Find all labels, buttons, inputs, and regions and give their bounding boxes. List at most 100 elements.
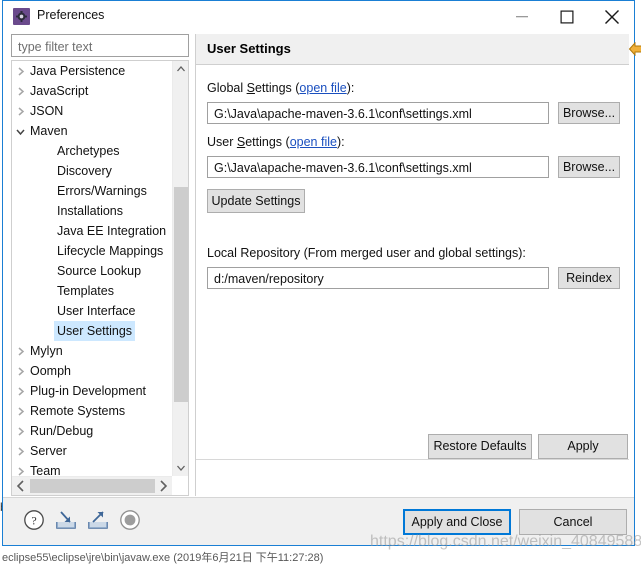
reindex-button[interactable]: Reindex bbox=[558, 267, 620, 289]
chevron-right-icon[interactable] bbox=[12, 61, 28, 81]
search-input[interactable] bbox=[16, 37, 188, 56]
sidebar-item-label: Templates bbox=[57, 284, 114, 298]
dialog-window: Preferences Java Persistence JavaScript JS… bbox=[2, 0, 641, 546]
user-settings-label-mnemonic: S bbox=[236, 135, 246, 149]
global-settings-browse-button[interactable]: Browse... bbox=[558, 102, 620, 124]
sidebar-item-label: Team bbox=[30, 464, 61, 476]
sidebar-item-label: User Interface bbox=[57, 304, 136, 318]
local-repository-label: Local Repository (From merged user and g… bbox=[207, 246, 526, 260]
sidebar-item-javascript[interactable]: JavaScript bbox=[12, 81, 170, 101]
sidebar-item-label: Errors/Warnings bbox=[57, 184, 147, 198]
global-settings-input[interactable] bbox=[212, 104, 548, 124]
sidebar-item-label: Discovery bbox=[57, 164, 112, 178]
page-divider bbox=[196, 459, 629, 460]
chevron-right-icon[interactable] bbox=[12, 441, 28, 461]
sidebar-item-label: JSON bbox=[30, 104, 64, 118]
sidebar-item-label: Source Lookup bbox=[57, 264, 142, 278]
chevron-down-icon[interactable] bbox=[12, 121, 28, 141]
close-button[interactable] bbox=[589, 1, 634, 32]
local-repository-input[interactable] bbox=[212, 269, 548, 289]
global-settings-field[interactable] bbox=[207, 102, 549, 124]
user-settings-label-post: ettings ( bbox=[245, 135, 290, 149]
global-settings-label-mnemonic: S bbox=[246, 81, 255, 95]
global-settings-label-end: ): bbox=[346, 81, 355, 95]
export-icon[interactable] bbox=[87, 509, 111, 533]
global-settings-label-pre: Global bbox=[207, 81, 247, 95]
user-settings-label-end: ): bbox=[336, 135, 345, 149]
tree-horizontal-scrollbar[interactable] bbox=[12, 476, 188, 495]
sidebar-item-label: Archetypes bbox=[57, 144, 120, 158]
sidebar-item-lifecycle-mappings[interactable]: Lifecycle Mappings bbox=[12, 241, 170, 261]
preferences-sidebar: Java Persistence JavaScript JSON Maven Arche… bbox=[11, 34, 189, 496]
sidebar-item-label: Java EE Integration bbox=[57, 224, 167, 238]
sidebar-item-java-persistence[interactable]: Java Persistence bbox=[12, 61, 170, 81]
sidebar-item-label: Mylyn bbox=[30, 344, 63, 358]
sidebar-item-source-lookup[interactable]: Source Lookup bbox=[12, 261, 170, 281]
sidebar-item-label: Installations bbox=[57, 204, 124, 218]
sidebar-item-mylyn[interactable]: Mylyn bbox=[12, 341, 170, 361]
sidebar-item-team[interactable]: Team bbox=[12, 461, 170, 476]
sidebar-item-templates[interactable]: Templates bbox=[12, 281, 170, 301]
record-circle-icon[interactable] bbox=[119, 509, 143, 533]
sidebar-item-remote-systems[interactable]: Remote Systems bbox=[12, 401, 170, 421]
sidebar-item-label: Run/Debug bbox=[30, 424, 94, 438]
user-settings-field[interactable] bbox=[207, 156, 549, 178]
user-settings-open-file-link[interactable]: open file bbox=[290, 135, 337, 149]
apply-button[interactable]: Apply bbox=[538, 434, 628, 459]
scroll-left-arrow-icon[interactable] bbox=[12, 477, 29, 495]
svg-text:?: ? bbox=[31, 514, 36, 528]
preferences-dialog: b eclipse55\eclipse\jre\bin\javaw.exe (2… bbox=[0, 0, 641, 564]
minimize-button[interactable] bbox=[499, 1, 544, 32]
scrollbar-corner bbox=[172, 476, 188, 495]
chevron-right-icon[interactable] bbox=[12, 341, 28, 361]
chevron-right-icon[interactable] bbox=[12, 81, 28, 101]
user-settings-input[interactable] bbox=[212, 158, 548, 178]
help-icon[interactable]: ? bbox=[23, 509, 47, 533]
sidebar-item-discovery[interactable]: Discovery bbox=[12, 161, 170, 181]
global-settings-open-file-link[interactable]: open file bbox=[299, 81, 346, 95]
page-title: User Settings bbox=[207, 41, 291, 56]
tree-vertical-scrollbar[interactable] bbox=[172, 61, 188, 476]
title-bar: Preferences bbox=[3, 1, 634, 32]
apply-and-close-button[interactable]: Apply and Close bbox=[403, 509, 511, 535]
filter-textbox[interactable] bbox=[11, 34, 189, 57]
vertical-scroll-thumb[interactable] bbox=[174, 187, 188, 402]
sidebar-item-maven[interactable]: Maven bbox=[12, 121, 170, 141]
scroll-down-arrow-icon[interactable] bbox=[173, 459, 189, 476]
chevron-right-icon[interactable] bbox=[12, 381, 28, 401]
sidebar-item-run-debug[interactable]: Run/Debug bbox=[12, 421, 170, 441]
sidebar-item-label: Plug-in Development bbox=[30, 384, 147, 398]
preferences-tree: Java Persistence JavaScript JSON Maven Arche… bbox=[11, 60, 189, 496]
sidebar-item-user-settings[interactable]: User Settings bbox=[12, 321, 170, 341]
restore-defaults-button[interactable]: Restore Defaults bbox=[428, 434, 532, 459]
update-settings-button[interactable]: Update Settings bbox=[207, 189, 305, 213]
sidebar-item-installations[interactable]: Installations bbox=[12, 201, 170, 221]
sidebar-item-label: Oomph bbox=[30, 364, 71, 378]
sidebar-item-server[interactable]: Server bbox=[12, 441, 170, 461]
chevron-right-icon[interactable] bbox=[12, 101, 28, 121]
local-repository-field[interactable] bbox=[207, 267, 549, 289]
scroll-right-arrow-icon[interactable] bbox=[155, 477, 172, 495]
sidebar-item-user-interface[interactable]: User Interface bbox=[12, 301, 170, 321]
back-arrow-icon[interactable] bbox=[625, 38, 641, 60]
user-settings-label: User Settings (open file): bbox=[207, 135, 345, 149]
chevron-right-icon[interactable] bbox=[12, 401, 28, 421]
sidebar-item-archetypes[interactable]: Archetypes bbox=[12, 141, 170, 161]
sidebar-item-errors-warnings[interactable]: Errors/Warnings bbox=[12, 181, 170, 201]
cancel-button[interactable]: Cancel bbox=[519, 509, 627, 535]
sidebar-item-label: User Settings bbox=[54, 321, 136, 341]
sidebar-item-oomph[interactable]: Oomph bbox=[12, 361, 170, 381]
scroll-up-arrow-icon[interactable] bbox=[173, 61, 189, 78]
sidebar-item-plug-in-development[interactable]: Plug-in Development bbox=[12, 381, 170, 401]
horizontal-scroll-thumb[interactable] bbox=[30, 479, 155, 493]
sidebar-item-json[interactable]: JSON bbox=[12, 101, 170, 121]
tree-item-list[interactable]: Java Persistence JavaScript JSON Maven Arche… bbox=[12, 61, 170, 476]
chevron-right-icon[interactable] bbox=[12, 461, 28, 476]
user-settings-browse-button[interactable]: Browse... bbox=[558, 156, 620, 178]
global-settings-label: Global Settings (open file): bbox=[207, 81, 354, 95]
sidebar-item-java-ee-integration[interactable]: Java EE Integration bbox=[12, 221, 170, 241]
import-icon[interactable] bbox=[55, 509, 79, 533]
chevron-right-icon[interactable] bbox=[12, 361, 28, 381]
chevron-right-icon[interactable] bbox=[12, 421, 28, 441]
maximize-button[interactable] bbox=[544, 1, 589, 32]
